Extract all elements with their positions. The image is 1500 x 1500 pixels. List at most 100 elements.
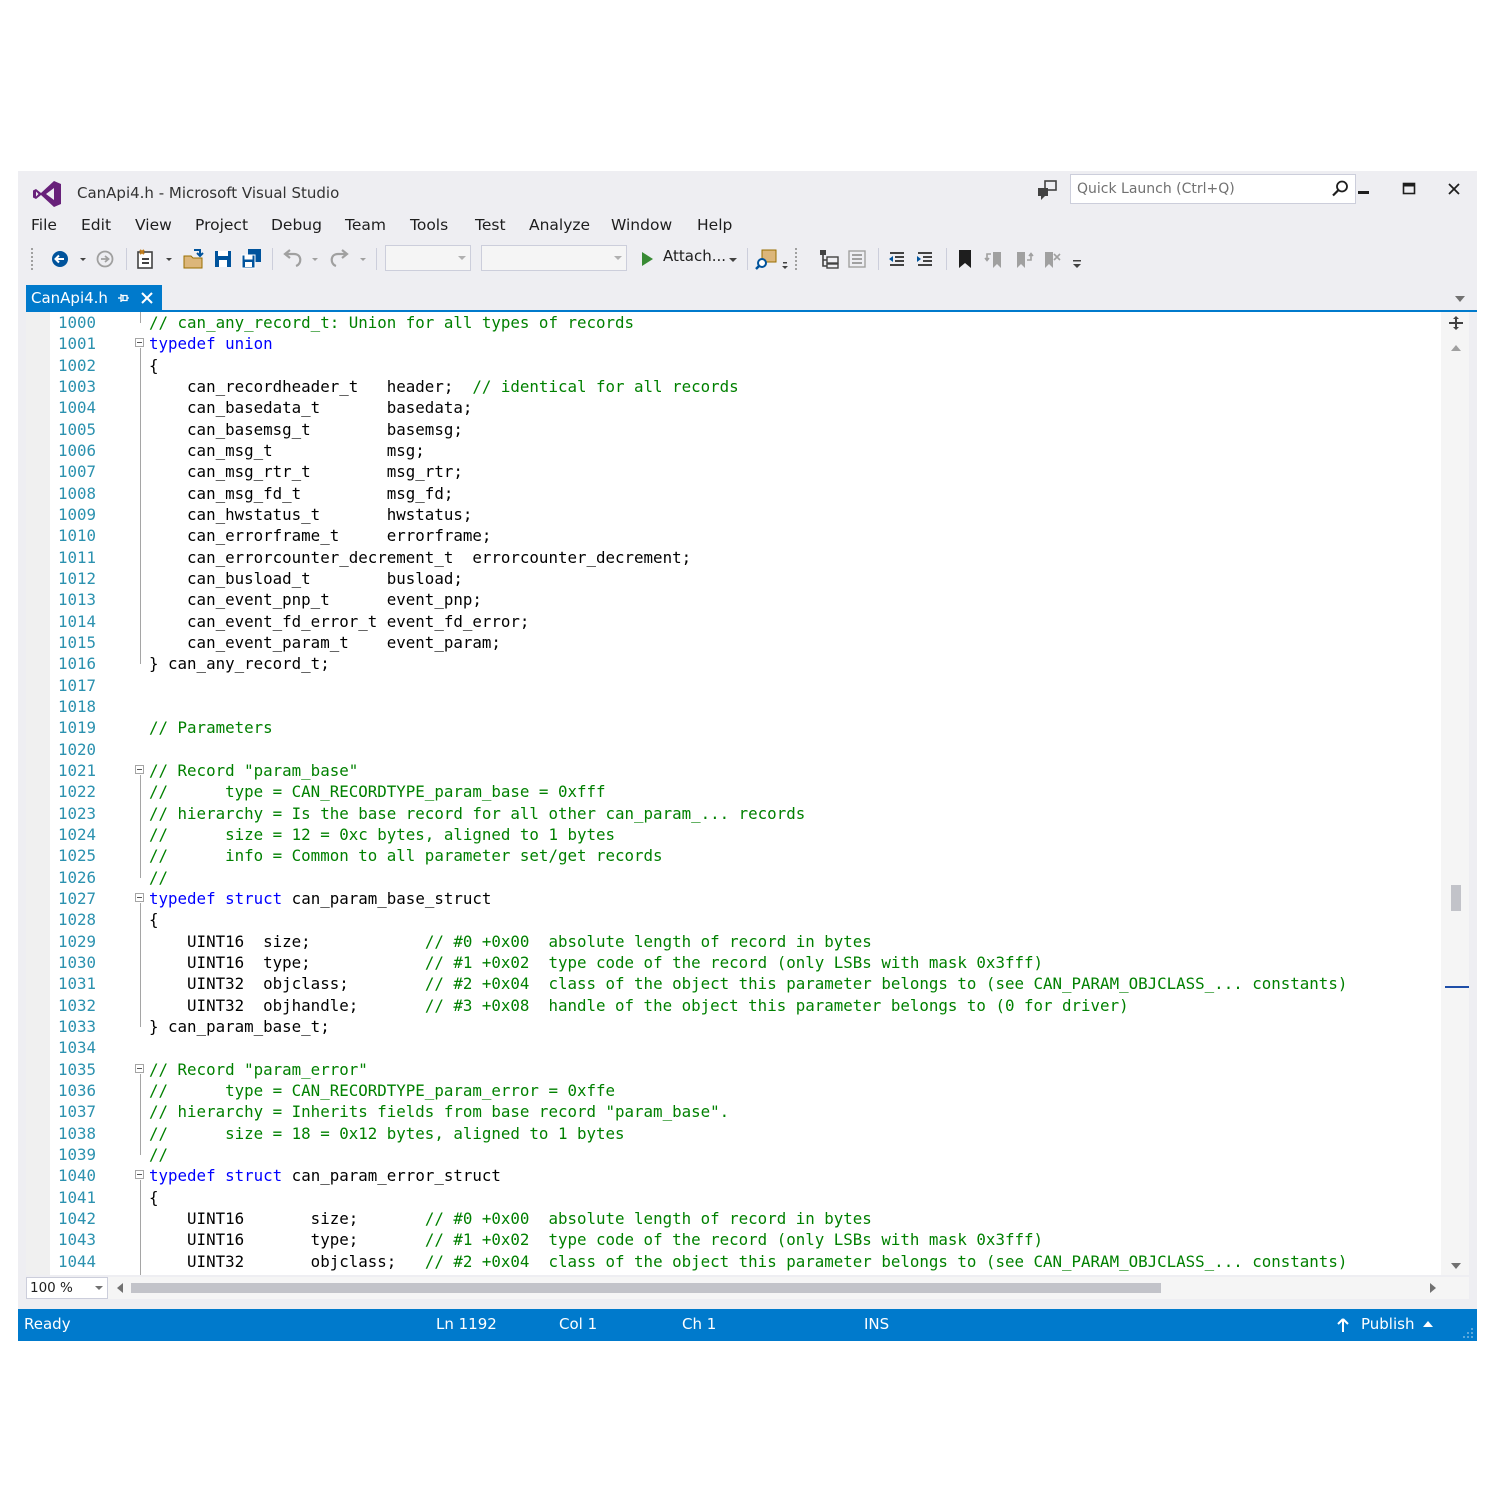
collapse-region-icon[interactable] [135,1170,144,1179]
collapse-region-icon[interactable] [135,893,144,902]
menu-debug[interactable]: Debug [271,216,322,234]
menu-edit[interactable]: Edit [81,216,111,234]
code-line[interactable]: 1013 can_event_pnp_t event_pnp; [26,589,1441,610]
toggle-bookmark-icon[interactable] [954,246,976,272]
code-line[interactable]: 1005 can_basemsg_t basemsg; [26,419,1441,440]
code-line[interactable]: 1002 { [26,355,1441,376]
code-line[interactable]: 1026 // [26,867,1441,888]
collapse-region-icon[interactable] [135,765,144,774]
code-line[interactable]: 1022 // type = CAN_RECORDTYPE_param_base … [26,781,1441,802]
code-line[interactable]: 1020 [26,739,1441,760]
menu-view[interactable]: View [135,216,172,234]
code-line[interactable]: 1028 { [26,909,1441,930]
scroll-down-icon[interactable] [1450,1262,1462,1270]
code-line[interactable]: 1004 can_basedata_t basedata; [26,397,1441,418]
code-line[interactable]: 1012 can_busload_t busload; [26,568,1441,589]
code-line[interactable]: 1006 can_msg_t msg; [26,440,1441,461]
minimize-button[interactable] [1346,175,1382,205]
publish-arrow-up-icon[interactable] [1336,1317,1350,1333]
save-icon[interactable] [212,246,234,272]
undo-icon[interactable] [280,246,322,272]
publish-button[interactable]: Publish [1361,1315,1414,1333]
open-file-icon[interactable] [182,246,206,272]
navigate-forward-icon[interactable] [94,246,116,272]
scroll-up-icon[interactable] [1450,344,1462,352]
maximize-button[interactable] [1391,175,1427,205]
code-line[interactable]: 1039 // [26,1144,1441,1165]
horizontal-scroll-thumb[interactable] [131,1283,1161,1293]
code-line[interactable]: 1031 UINT32 objclass; // #2 +0x04 class … [26,973,1441,994]
save-all-icon[interactable] [240,246,264,272]
code-line[interactable]: 1014 can_event_fd_error_t event_fd_error… [26,611,1441,632]
code-line[interactable]: 1024 // size = 12 = 0xc bytes, aligned to… [26,824,1441,845]
next-bookmark-icon[interactable] [1012,246,1034,272]
menu-team[interactable]: Team [345,216,386,234]
solution-explorer-icon[interactable] [818,246,840,272]
code-line[interactable]: 1023 // hierarchy = Is the base record fo… [26,803,1441,824]
code-line[interactable]: 1025 // info = Common to all parameter se… [26,845,1441,866]
close-button[interactable] [1436,175,1472,205]
clear-bookmarks-icon[interactable] [1040,246,1062,272]
redo-icon[interactable] [328,246,370,272]
zoom-dropdown[interactable]: 100 % [26,1277,108,1299]
code-line[interactable]: 1018 [26,696,1441,717]
toolbar-options-icon[interactable] [1070,246,1084,272]
code-line[interactable]: 1033} can_param_base_t; [26,1016,1441,1037]
find-in-files-icon[interactable] [754,246,790,272]
decrease-indent-icon[interactable] [886,246,908,272]
code-line[interactable]: 1003 can_recordheader_t header; // ident… [26,376,1441,397]
close-tab-icon[interactable] [139,290,155,306]
new-project-icon[interactable] [134,246,176,272]
code-line[interactable]: 1040 typedef struct can_param_error_struc… [26,1165,1441,1186]
menu-tools[interactable]: Tools [410,216,448,234]
code-line[interactable]: 1015 can_event_param_t event_param; [26,632,1441,653]
code-line[interactable]: 1044 UINT32 objclass; // #2 +0x04 class … [26,1251,1441,1272]
code-line[interactable]: 1027 typedef struct can_param_base_struct [26,888,1441,909]
code-line[interactable]: 1043 UINT16 type; // #1 +0x02 type code … [26,1229,1441,1250]
code-line[interactable]: 1029 UINT16 size; // #0 +0x00 absolute l… [26,931,1441,952]
code-line[interactable]: 1011 can_errorcounter_decrement_t errorc… [26,547,1441,568]
pin-icon[interactable] [115,290,131,306]
code-line[interactable]: 1041 { [26,1187,1441,1208]
code-line[interactable]: 1007 can_msg_rtr_t msg_rtr; [26,461,1441,482]
collapse-region-icon[interactable] [135,338,144,347]
solution-configurations-dropdown[interactable] [385,245,471,271]
code-line[interactable]: 1042 UINT16 size; // #0 +0x00 absolute l… [26,1208,1441,1229]
code-line[interactable]: 1032 UINT32 objhandle; // #3 +0x08 handl… [26,995,1441,1016]
collapse-region-icon[interactable] [135,1064,144,1073]
publish-caret-up-icon[interactable] [1422,1320,1434,1328]
toolbar-grip-icon[interactable] [30,246,36,272]
code-line[interactable]: 1036 // type = CAN_RECORDTYPE_param_error… [26,1080,1441,1101]
attach-dropdown-icon[interactable] [726,246,740,272]
quick-launch-input[interactable] [1077,179,1307,199]
vertical-scroll-thumb[interactable] [1451,885,1461,911]
scroll-left-icon[interactable] [116,1282,124,1294]
tab-canapi4-h[interactable]: CanApi4.h [26,285,162,311]
code-line[interactable]: 1001 typedef union [26,333,1441,354]
code-line[interactable]: 1035 // Record "param_error" [26,1059,1441,1080]
code-line[interactable]: 1030 UINT16 type; // #1 +0x02 type code … [26,952,1441,973]
split-window-icon[interactable] [1449,316,1463,330]
code-line[interactable]: 1019 // Parameters [26,717,1441,738]
menu-file[interactable]: File [31,216,57,234]
code-line[interactable]: 1000 // can_any_record_t: Union for all t… [26,312,1441,333]
code-line[interactable]: 1021 // Record "param_base" [26,760,1441,781]
solution-platforms-dropdown[interactable] [481,245,627,271]
code-line[interactable]: 1038 // size = 18 = 0x12 bytes, aligned t… [26,1123,1441,1144]
previous-bookmark-icon[interactable] [984,246,1006,272]
navigate-back-icon[interactable] [50,246,88,272]
scroll-right-icon[interactable] [1429,1282,1437,1294]
tab-overflow-dropdown-icon[interactable] [1454,295,1466,303]
code-line[interactable]: 1009 can_hwstatus_t hwstatus; [26,504,1441,525]
vertical-scrollbar[interactable] [1441,312,1469,1275]
increase-indent-icon[interactable] [914,246,936,272]
quick-launch-box[interactable] [1070,174,1356,204]
code-line[interactable]: 1017 [26,675,1441,696]
code-line[interactable]: 1034 [26,1037,1441,1058]
zoom-dropdown-arrow-icon[interactable] [95,1286,103,1290]
menu-test[interactable]: Test [475,216,506,234]
resize-grip-icon[interactable] [1462,1327,1474,1339]
toolbar-grip-icon[interactable] [794,246,800,272]
attach-button[interactable]: Attach... [663,247,726,265]
properties-icon[interactable] [846,246,868,272]
